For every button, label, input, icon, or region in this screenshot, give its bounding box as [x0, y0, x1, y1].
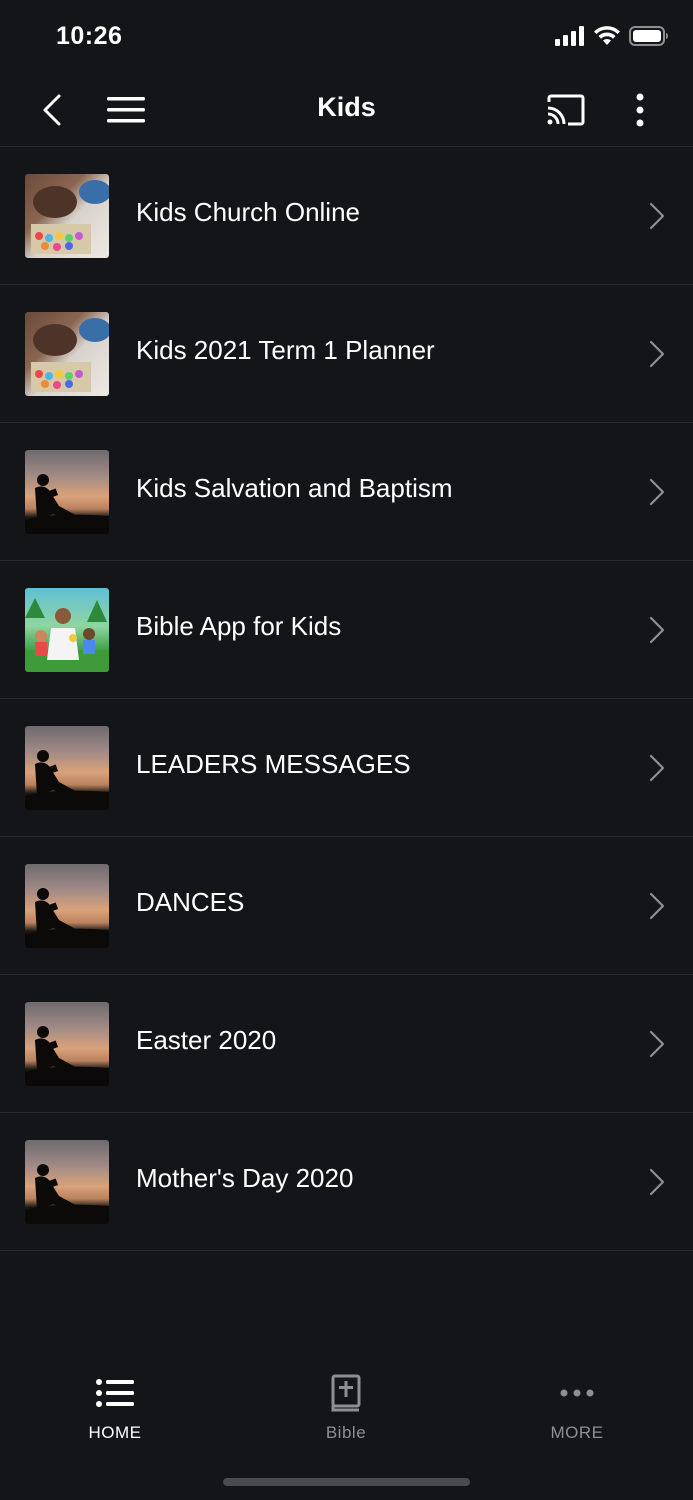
list-item-label: Bible App for Kids — [136, 611, 342, 641]
list-item-label: DANCES — [136, 887, 245, 917]
nav-bar: Kids — [0, 78, 693, 147]
list-item[interactable]: Kids Salvation and Baptism — [0, 423, 693, 561]
status-time: 10:26 — [56, 22, 123, 50]
list-item-label: LEADERS MESSAGES — [136, 749, 411, 779]
tab-bible[interactable]: Bible — [266, 1373, 426, 1443]
chevron-right-icon — [649, 1168, 665, 1196]
wifi-icon — [594, 26, 620, 45]
more-options-button[interactable] — [618, 88, 662, 132]
tab-home[interactable]: HOME — [35, 1373, 195, 1443]
list-item[interactable]: Kids Church Online — [0, 147, 693, 285]
list-item[interactable]: Bible App for Kids — [0, 561, 693, 699]
list-item[interactable]: LEADERS MESSAGES — [0, 699, 693, 837]
list-item-label: Kids 2021 Term 1 Planner — [136, 335, 435, 365]
chevron-right-icon — [649, 892, 665, 920]
signal-icon — [555, 26, 584, 46]
chevron-right-icon — [649, 340, 665, 368]
sunset-reader-photo-thumbnail — [25, 450, 109, 534]
crayons-photo-thumbnail — [25, 312, 109, 396]
tab-home-label: HOME — [88, 1423, 142, 1442]
cartoon-kids-illustration-thumbnail — [25, 588, 109, 672]
status-bar: 10:26 — [0, 0, 693, 78]
list-item[interactable]: Mother's Day 2020 — [0, 1113, 693, 1251]
list-item-label: Mother's Day 2020 — [136, 1163, 354, 1193]
status-icons — [555, 26, 669, 46]
list-item-label: Kids Church Online — [136, 197, 360, 227]
bible-icon — [331, 1374, 361, 1412]
list-item[interactable]: Kids 2021 Term 1 Planner — [0, 285, 693, 423]
chevron-right-icon — [649, 1030, 665, 1058]
chevron-right-icon — [649, 478, 665, 506]
tab-more[interactable]: MORE — [497, 1373, 657, 1443]
chevron-right-icon — [649, 616, 665, 644]
tab-bar: HOME Bible MORE — [0, 1345, 693, 1500]
battery-icon — [629, 26, 668, 46]
sunset-reader-photo-thumbnail — [25, 1140, 109, 1224]
crayons-photo-thumbnail — [25, 174, 109, 258]
list-item[interactable]: Easter 2020 — [0, 975, 693, 1113]
cast-icon — [547, 94, 585, 126]
home-indicator — [223, 1478, 470, 1486]
chevron-right-icon — [649, 754, 665, 782]
sunset-reader-photo-thumbnail — [25, 1002, 109, 1086]
cast-button[interactable] — [540, 88, 592, 132]
list-item-label: Kids Salvation and Baptism — [136, 473, 453, 503]
list-icon — [96, 1379, 134, 1407]
more-vertical-icon — [636, 93, 644, 127]
chevron-right-icon — [649, 202, 665, 230]
sunset-reader-photo-thumbnail — [25, 864, 109, 948]
tab-more-label: MORE — [550, 1423, 604, 1442]
sunset-reader-photo-thumbnail — [25, 726, 109, 810]
tab-bible-label: Bible — [325, 1423, 367, 1442]
content-list: Kids Church Online Kids 2021 Term 1 Plan… — [0, 147, 693, 1251]
list-item-label: Easter 2020 — [136, 1025, 277, 1055]
more-horizontal-icon — [560, 1389, 594, 1397]
list-item[interactable]: DANCES — [0, 837, 693, 975]
